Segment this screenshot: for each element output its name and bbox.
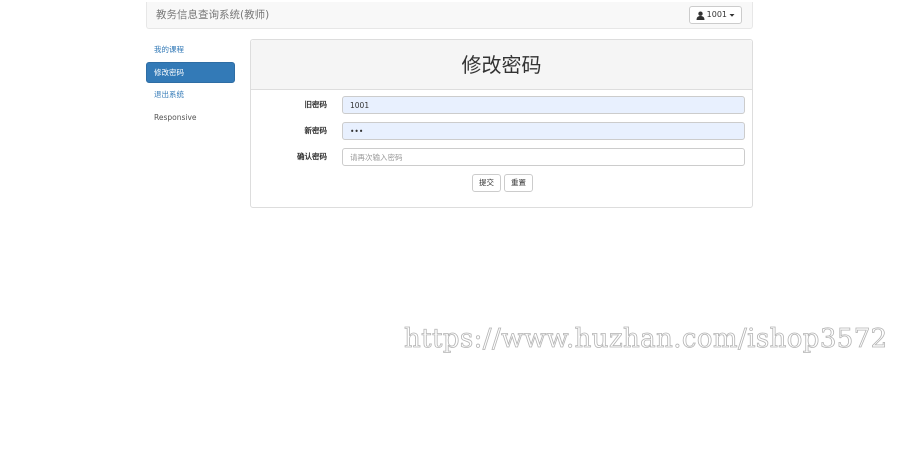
new-password-row: 新密码 — [251, 122, 754, 140]
old-password-label: 旧密码 — [304, 100, 328, 109]
caret-down-icon — [729, 12, 735, 18]
submit-button[interactable]: 提交 — [472, 174, 501, 192]
page: 教务信息查询系统(教师) 1001 我的课程 修改密码 退出系统 Respons… — [0, 0, 900, 455]
confirm-password-input[interactable] — [342, 148, 745, 166]
panel-heading: 修改密码 — [251, 40, 752, 90]
page-title: 修改密码 — [461, 53, 542, 77]
watermark-url: https://www.huzhan.com/ishop3572 — [404, 324, 888, 355]
sidebar-item-logout[interactable]: 退出系统 — [146, 84, 235, 105]
change-password-panel: 修改密码 旧密码 新密码 确认密码 提交 重置 — [250, 39, 753, 208]
sidebar-item-my-courses[interactable]: 我的课程 — [146, 39, 235, 60]
new-password-label: 新密码 — [304, 126, 328, 135]
user-menu-dropdown[interactable]: 1001 — [688, 6, 742, 24]
sidebar-item-change-password[interactable]: 修改密码 — [146, 61, 235, 83]
top-navbar: 教务信息查询系统(教师) 1001 — [146, 2, 753, 29]
sidebar-item-responsive[interactable]: Responsive — [146, 107, 235, 128]
user-icon — [696, 11, 705, 20]
form-actions: 提交 重置 — [472, 174, 533, 192]
confirm-password-row: 确认密码 — [251, 148, 754, 166]
sidebar-nav: 我的课程 修改密码 退出系统 Responsive — [146, 39, 235, 129]
confirm-password-label: 确认密码 — [297, 152, 327, 161]
reset-button[interactable]: 重置 — [504, 174, 533, 192]
user-menu-label: 1001 — [706, 10, 727, 19]
old-password-row: 旧密码 — [251, 96, 754, 114]
app-brand-title[interactable]: 教务信息查询系统(教师) — [156, 8, 269, 22]
new-password-input[interactable] — [342, 122, 745, 140]
old-password-input[interactable] — [342, 96, 745, 114]
